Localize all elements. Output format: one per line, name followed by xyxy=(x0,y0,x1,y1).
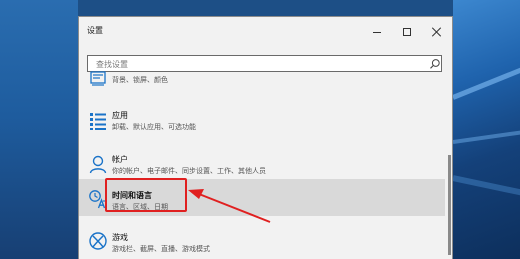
settings-item-accounts[interactable]: 帐户 你的帐户、电子邮件、同步设置、工作、其他人员 xyxy=(79,141,445,177)
minimize-icon xyxy=(373,31,381,33)
desktop-background-right xyxy=(453,0,520,259)
window-title: 设置 xyxy=(87,26,103,35)
settings-item-name: 帐户 xyxy=(112,155,128,164)
title-bar[interactable]: 设置 xyxy=(79,17,452,47)
scrollbar-thumb[interactable] xyxy=(448,155,451,255)
desktop-background-left xyxy=(0,0,78,259)
personalization-icon xyxy=(90,71,106,86)
annotation-highlight-box xyxy=(105,178,187,212)
minimize-button[interactable] xyxy=(367,22,387,42)
wallpaper-light-beam xyxy=(453,124,520,144)
wallpaper-light-beam xyxy=(453,175,520,204)
settings-category-list: 背景、锁屏、颜色 应用 卸载、默认应用、可选功能 帐户 你的帐户、电子邮件、同步… xyxy=(79,71,452,259)
settings-item-desc: 你的帐户、电子邮件、同步设置、工作、其他人员 xyxy=(112,167,266,175)
settings-item-name: 游戏 xyxy=(112,233,128,242)
settings-item-desc: 背景、锁屏、颜色 xyxy=(112,76,168,84)
maximize-icon xyxy=(403,28,411,36)
settings-item-apps[interactable]: 应用 卸载、默认应用、可选功能 xyxy=(79,101,445,137)
maximize-button[interactable] xyxy=(397,22,417,42)
xbox-icon xyxy=(89,232,107,250)
settings-item-desc: 游戏栏、截屏、直播、游戏模式 xyxy=(112,245,210,253)
settings-item-personalization[interactable]: 背景、锁屏、颜色 xyxy=(79,67,445,97)
apps-icon xyxy=(90,113,106,130)
settings-item-name: 应用 xyxy=(112,111,128,120)
close-button[interactable] xyxy=(427,22,447,42)
close-icon xyxy=(432,27,442,37)
scrollbar[interactable] xyxy=(448,75,451,259)
accounts-icon xyxy=(89,155,107,174)
annotation-arrow-icon xyxy=(188,189,271,223)
wallpaper-light-beam xyxy=(453,53,520,100)
settings-item-desc: 卸载、默认应用、可选功能 xyxy=(112,123,196,131)
